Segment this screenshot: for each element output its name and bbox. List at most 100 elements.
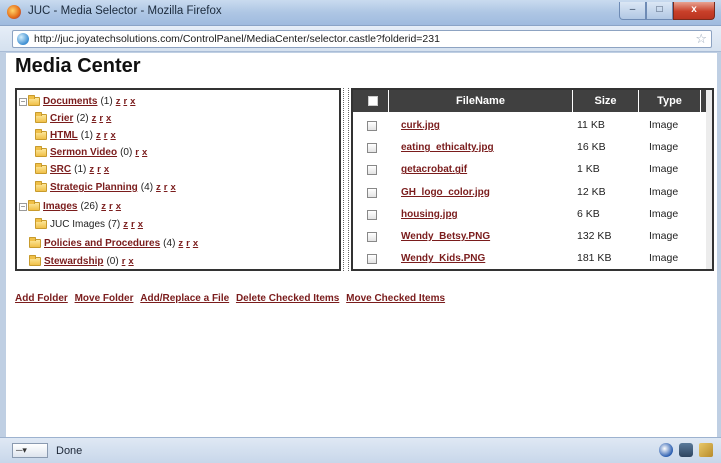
folder-tree: − Documents (1) z r x Crier (2) z r x HTML (1) z r x Ser… bbox=[15, 88, 341, 271]
file-type: Image bbox=[649, 163, 679, 176]
tree-action-z[interactable]: z bbox=[92, 113, 97, 124]
file-size: 1 KB bbox=[577, 163, 600, 176]
table-row: eating_ethicalty.jpg 16 KB Image bbox=[353, 136, 712, 159]
move-folder-link[interactable]: Move Folder bbox=[75, 293, 134, 304]
tree-item: − Documents (1) z r x bbox=[19, 94, 135, 109]
tree-action-x[interactable]: x bbox=[110, 130, 115, 141]
panel-splitter[interactable] bbox=[343, 88, 349, 271]
tree-action-r[interactable]: r bbox=[122, 256, 126, 267]
row-checkbox[interactable] bbox=[367, 254, 377, 265]
page-title: Media Center bbox=[15, 55, 141, 77]
tree-action-z[interactable]: z bbox=[101, 201, 106, 212]
delete-checked-link[interactable]: Delete Checked Items bbox=[236, 293, 339, 304]
tree-action-r[interactable]: r bbox=[164, 182, 168, 193]
table-row: Wendy_Kids.PNG 181 KB Image bbox=[353, 247, 712, 270]
url-text: http://juc.joyatechsolutions.com/Control… bbox=[34, 33, 440, 45]
tree-action-x[interactable]: x bbox=[138, 219, 143, 230]
file-size: 6 KB bbox=[577, 207, 600, 220]
add-replace-file-link[interactable]: Add/Replace a File bbox=[140, 293, 229, 304]
file-name-link[interactable]: curk.jpg bbox=[401, 114, 440, 137]
table-row: housing.jpg 6 KB Image bbox=[353, 203, 712, 226]
collapse-toggle-icon[interactable]: − bbox=[19, 97, 27, 106]
file-name-link[interactable]: getacrobat.gif bbox=[401, 158, 467, 181]
url-field[interactable]: http://juc.joyatechsolutions.com/Control… bbox=[12, 30, 712, 48]
tree-action-z[interactable]: z bbox=[116, 96, 121, 107]
row-checkbox[interactable] bbox=[367, 209, 377, 220]
window-title: JUC - Media Selector - Mozilla Firefox bbox=[28, 5, 222, 17]
tree-item-label[interactable]: HTML bbox=[50, 130, 78, 141]
star-icon[interactable]: ☆ bbox=[695, 31, 707, 47]
status-tray bbox=[659, 443, 713, 457]
column-filename[interactable]: FileName bbox=[389, 90, 573, 112]
table-row: curk.jpg 11 KB Image bbox=[353, 114, 712, 137]
window-titlebar: JUC - Media Selector - Mozilla Firefox –… bbox=[0, 0, 721, 26]
tree-action-x[interactable]: x bbox=[170, 182, 175, 193]
tree-item-count: (26) bbox=[80, 201, 99, 212]
tree-action-x[interactable]: x bbox=[142, 147, 147, 158]
add-folder-link[interactable]: Add Folder bbox=[15, 293, 68, 304]
tree-action-r[interactable]: r bbox=[99, 113, 103, 124]
pen-icon[interactable] bbox=[699, 443, 713, 457]
tree-action-z[interactable]: z bbox=[89, 164, 94, 175]
file-name-link[interactable]: housing.jpg bbox=[401, 203, 458, 226]
tree-action-r[interactable]: r bbox=[135, 147, 139, 158]
tree-action-r[interactable]: r bbox=[109, 201, 113, 212]
tree-action-r[interactable]: r bbox=[131, 219, 135, 230]
status-text: Done bbox=[56, 445, 83, 457]
collapse-toggle-icon[interactable]: − bbox=[19, 202, 27, 211]
tree-item-label[interactable]: SRC bbox=[50, 164, 71, 175]
tree-item-label[interactable]: Strategic Planning bbox=[50, 182, 138, 193]
tree-item-label[interactable]: Crier bbox=[50, 113, 73, 124]
tree-action-z[interactable]: z bbox=[96, 130, 101, 141]
row-checkbox[interactable] bbox=[367, 232, 377, 242]
row-checkbox[interactable] bbox=[367, 187, 377, 198]
tree-item-label[interactable]: JUC Images bbox=[50, 219, 105, 230]
tree-action-x[interactable]: x bbox=[106, 113, 111, 124]
addon-icon[interactable] bbox=[659, 443, 673, 457]
maximize-button[interactable]: □ bbox=[646, 2, 673, 20]
status-dropdown[interactable]: ─▾ bbox=[12, 443, 48, 458]
table-row: GH_logo_color.jpg 12 KB Image bbox=[353, 181, 712, 204]
file-name-link[interactable]: eating_ethicalty.jpg bbox=[401, 136, 494, 159]
file-name-link[interactable]: GH_logo_color.jpg bbox=[401, 181, 490, 204]
select-all-checkbox[interactable] bbox=[368, 96, 378, 106]
column-size[interactable]: Size bbox=[573, 90, 639, 112]
tree-item-count: (1) bbox=[74, 164, 87, 175]
minimize-button[interactable]: – bbox=[619, 2, 646, 20]
tree-action-z[interactable]: z bbox=[178, 238, 183, 249]
grid-header: FileName Size Type bbox=[353, 90, 712, 112]
file-type: Image bbox=[649, 119, 679, 131]
tree-action-x[interactable]: x bbox=[193, 238, 198, 249]
file-type: Image bbox=[649, 185, 679, 198]
row-checkbox[interactable] bbox=[367, 121, 377, 131]
tree-action-x[interactable]: x bbox=[130, 96, 135, 107]
monitor-icon[interactable] bbox=[679, 443, 693, 457]
tree-action-r[interactable]: r bbox=[97, 164, 101, 175]
tree-action-r[interactable]: r bbox=[104, 130, 108, 141]
row-checkbox[interactable] bbox=[367, 143, 377, 154]
tree-action-x[interactable]: x bbox=[116, 201, 121, 212]
tree-action-x[interactable]: x bbox=[104, 164, 109, 175]
folder-icon bbox=[35, 146, 47, 157]
tree-action-r[interactable]: r bbox=[123, 96, 127, 107]
tree-item-label[interactable]: Documents bbox=[43, 96, 97, 107]
file-type: Image bbox=[649, 207, 679, 220]
file-name-link[interactable]: Wendy_Betsy.PNG bbox=[401, 225, 490, 248]
tree-action-z[interactable]: z bbox=[156, 182, 161, 193]
file-name-link[interactable]: Wendy_Kids.PNG bbox=[401, 247, 485, 270]
tree-item-label[interactable]: Policies and Procedures bbox=[44, 238, 160, 249]
tree-action-x[interactable]: x bbox=[128, 256, 133, 267]
row-checkbox[interactable] bbox=[367, 165, 377, 176]
move-checked-link[interactable]: Move Checked Items bbox=[346, 293, 445, 304]
column-type[interactable]: Type bbox=[639, 90, 701, 112]
globe-icon bbox=[17, 33, 29, 45]
tree-action-z[interactable]: z bbox=[123, 219, 128, 230]
tree-action-r[interactable]: r bbox=[186, 238, 190, 249]
tree-item-label[interactable]: Images bbox=[43, 201, 77, 212]
tree-item: Sermon Video (0) r x bbox=[35, 145, 147, 160]
close-button[interactable]: x bbox=[673, 2, 715, 20]
tree-item-label[interactable]: Stewardship bbox=[44, 256, 103, 267]
tree-item-label[interactable]: Sermon Video bbox=[50, 147, 117, 158]
tree-item: Strategic Planning (4) z r x bbox=[35, 180, 176, 195]
tree-item-count: (2) bbox=[76, 113, 89, 124]
